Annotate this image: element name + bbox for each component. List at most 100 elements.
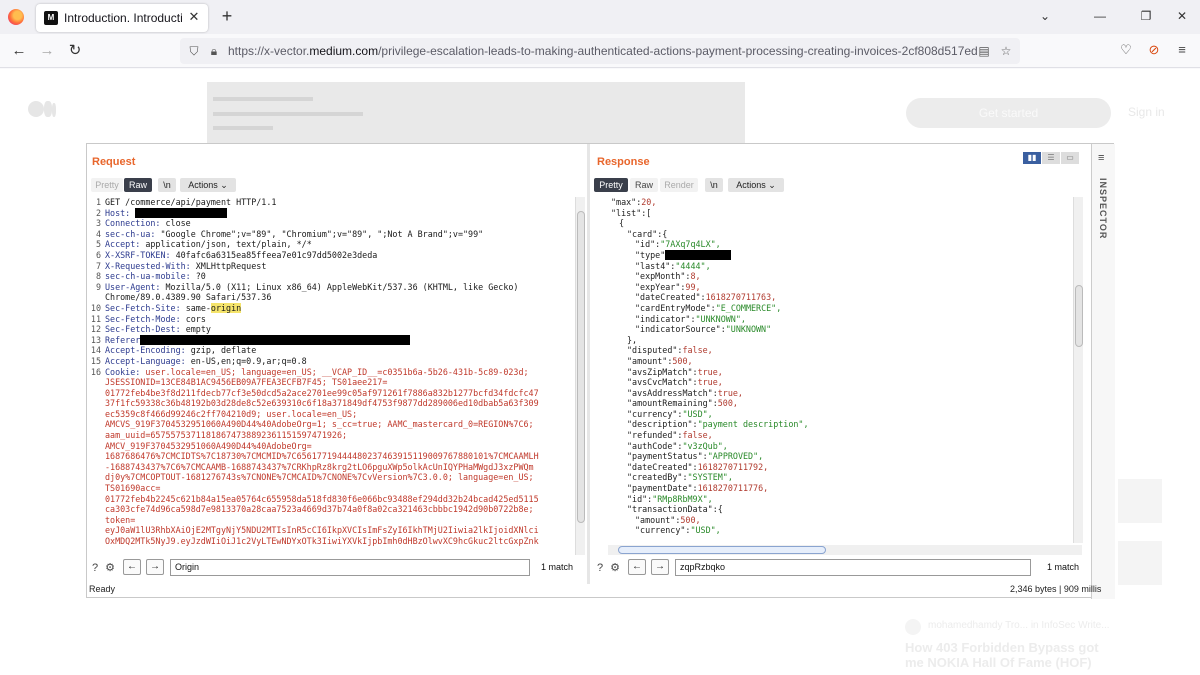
pocket-icon[interactable]: ♡ xyxy=(1118,42,1134,58)
request-actions-button[interactable]: Actions ⌄ xyxy=(180,178,236,192)
response-search-input[interactable]: zqpRzbqko xyxy=(675,559,1031,576)
side-card xyxy=(1118,479,1162,523)
cookie-value: ca303cfe74d96ca598d7e9813370a28caa7523a4… xyxy=(105,504,534,515)
search-prev-button[interactable]: ← xyxy=(123,559,141,575)
line-number: 13 xyxy=(90,334,101,345)
new-tab-icon[interactable]: + xyxy=(218,7,236,25)
request-newline-toggle[interactable]: \n xyxy=(158,178,176,192)
response-hscrollbar[interactable] xyxy=(608,545,1082,555)
response-tab-render[interactable]: Render xyxy=(660,178,698,192)
request-line: 1 GET /commerce/api/payment HTTP/1.1 xyxy=(89,197,575,208)
related-title[interactable]: How 403 Forbidden Bypass got me NOKIA Ha… xyxy=(905,640,1105,670)
response-newline-toggle[interactable]: \n xyxy=(705,178,723,192)
response-editor[interactable]: "max":20, "list":[{"card":{"id":"7AXq7q4L… xyxy=(595,197,1073,541)
json-value: 500, xyxy=(680,514,701,525)
response-line: "currency":"USD", xyxy=(595,409,1073,420)
search-next-button[interactable]: → xyxy=(651,559,669,575)
response-line: "disputed":false, xyxy=(595,345,1073,356)
response-actions-button[interactable]: Actions ⌄ xyxy=(728,178,784,192)
json-key: "dateCreated": xyxy=(627,461,698,472)
json-value: 500, xyxy=(717,398,738,409)
header-value: en-US,en;q=0.9,ar;q=0.8 xyxy=(190,355,307,366)
sign-in-link[interactable]: Sign in xyxy=(1128,105,1165,119)
cookie-value: 1687686476%7CMCIDTS%7C18730%7CMCMID%7C65… xyxy=(105,451,539,462)
line-number: 15 xyxy=(90,355,101,366)
response-tab-pretty[interactable]: Pretty xyxy=(594,178,628,192)
response-line: "dateCreated":1618270711792, xyxy=(595,462,1073,473)
header-value: empty xyxy=(185,324,211,335)
settings-gear-icon[interactable]: ⚙ xyxy=(607,560,623,576)
close-window-icon[interactable]: ✕ xyxy=(1172,7,1192,25)
header-value: same- xyxy=(185,302,211,313)
response-line: "paymentDate":1618270711776, xyxy=(595,483,1073,494)
firefox-icon[interactable] xyxy=(8,9,24,25)
response-line: "avsCvcMatch":true, xyxy=(595,377,1073,388)
line-number: 9 xyxy=(95,281,101,292)
line-number: 10 xyxy=(90,302,101,313)
response-line: "expYear":99, xyxy=(595,282,1073,293)
close-tab-icon[interactable]: ✕ xyxy=(186,9,202,25)
status-text: Ready xyxy=(89,584,116,594)
lock-icon[interactable]: 🔒︎ xyxy=(206,43,222,59)
related-author[interactable]: mohamedhamdy Tro... in InfoSec Write... xyxy=(928,620,1110,631)
forward-icon[interactable]: → xyxy=(38,42,56,60)
line-number: 4 xyxy=(95,228,101,239)
request-search-input[interactable]: Origin xyxy=(170,559,530,576)
request-line: 14 Accept-Encoding: gzip, deflate xyxy=(89,345,575,356)
response-line: "transactionData":{ xyxy=(595,504,1073,515)
redaction-bar xyxy=(140,335,411,346)
shield-icon[interactable]: ⛉ xyxy=(186,43,202,59)
settings-gear-icon[interactable]: ⚙ xyxy=(102,560,118,576)
request-line: 13 Referer xyxy=(89,335,575,346)
json-key: "paymentStatus": xyxy=(627,451,708,462)
request-scrollbar[interactable] xyxy=(575,197,585,555)
request-tab-raw[interactable]: Raw xyxy=(124,178,152,192)
help-icon[interactable]: ? xyxy=(87,560,103,576)
menu-icon[interactable]: ≡ xyxy=(1174,42,1190,58)
bookmark-star-icon[interactable]: ☆ xyxy=(998,43,1014,59)
inspector-menu-icon[interactable]: ≡ xyxy=(1098,152,1104,164)
tab-active[interactable]: M Introduction. Introduction | by X-Vect… xyxy=(36,4,208,32)
minimize-icon[interactable]: — xyxy=(1090,7,1110,25)
layout-toggle[interactable]: ▮▮ ☰ ▭ xyxy=(1023,149,1081,164)
response-scrollbar[interactable] xyxy=(1073,197,1083,543)
json-value: 1618270711792, xyxy=(697,461,769,472)
response-line: "max":20, xyxy=(595,197,1073,208)
request-tab-pretty[interactable]: Pretty xyxy=(91,178,123,192)
burp-screenshot: Request Pretty Raw \n Actions ⌄ 1 GET /co… xyxy=(86,143,1115,599)
json-key: "avsCvcMatch": xyxy=(627,377,698,388)
search-prev-button[interactable]: ← xyxy=(628,559,646,575)
extension-icon[interactable]: ⊘ xyxy=(1146,42,1162,58)
url-text[interactable]: https://x-vector.medium.com/privilege-es… xyxy=(228,44,978,58)
reader-view-icon[interactable]: ▤ xyxy=(976,43,992,59)
search-next-button[interactable]: → xyxy=(146,559,164,575)
get-started-button[interactable]: Get started xyxy=(906,98,1111,128)
header-value: close xyxy=(165,218,191,229)
response-line: "id":"7AXq7q4LX", xyxy=(595,239,1073,250)
request-line: -1688743437%7C6%7CMCAAMB-1688743437%7CRK… xyxy=(89,462,575,473)
url-bar[interactable]: ⛉ 🔒︎ https://x-vector.medium.com/privile… xyxy=(180,38,1020,64)
request-editor[interactable]: 1 GET /commerce/api/payment HTTP/1.1 2 Host… xyxy=(89,197,575,553)
response-line: "description":"payment description", xyxy=(595,419,1073,430)
response-line: "amount":500, xyxy=(595,515,1073,526)
avatar xyxy=(905,619,921,635)
json-key: "currency": xyxy=(627,408,683,419)
help-icon[interactable]: ? xyxy=(592,560,608,576)
pane-divider[interactable] xyxy=(587,144,590,584)
request-line: 1687686476%7CMCIDTS%7C18730%7CMCMID%7C65… xyxy=(89,451,575,462)
request-line: Chrome/89.0.4389.90 Safari/537.36 xyxy=(89,292,575,303)
back-icon[interactable]: ← xyxy=(10,42,28,60)
request-line: 6 X-XSRF-TOKEN: 40fafc6a6315ea85ffeea7e01… xyxy=(89,250,575,261)
restore-icon[interactable]: ❐ xyxy=(1136,7,1156,25)
medium-favicon-icon: M xyxy=(44,11,58,25)
response-tab-raw[interactable]: Raw xyxy=(630,178,658,192)
inspector-panel[interactable]: ≡ INSPECTOR xyxy=(1091,144,1115,599)
reload-icon[interactable]: ↻ xyxy=(66,42,84,60)
json-key: "cardEntryMode": xyxy=(635,302,716,313)
json-key: "card":{ xyxy=(627,228,668,239)
header-name: Accept-Language: xyxy=(105,355,191,366)
request-line: 11 Sec-Fetch-Mode: cors xyxy=(89,314,575,325)
json-key: "dateCreated": xyxy=(635,292,706,303)
list-tabs-chevron-icon[interactable]: ⌄ xyxy=(1040,9,1050,23)
json-value: "SYSTEM", xyxy=(687,472,733,483)
